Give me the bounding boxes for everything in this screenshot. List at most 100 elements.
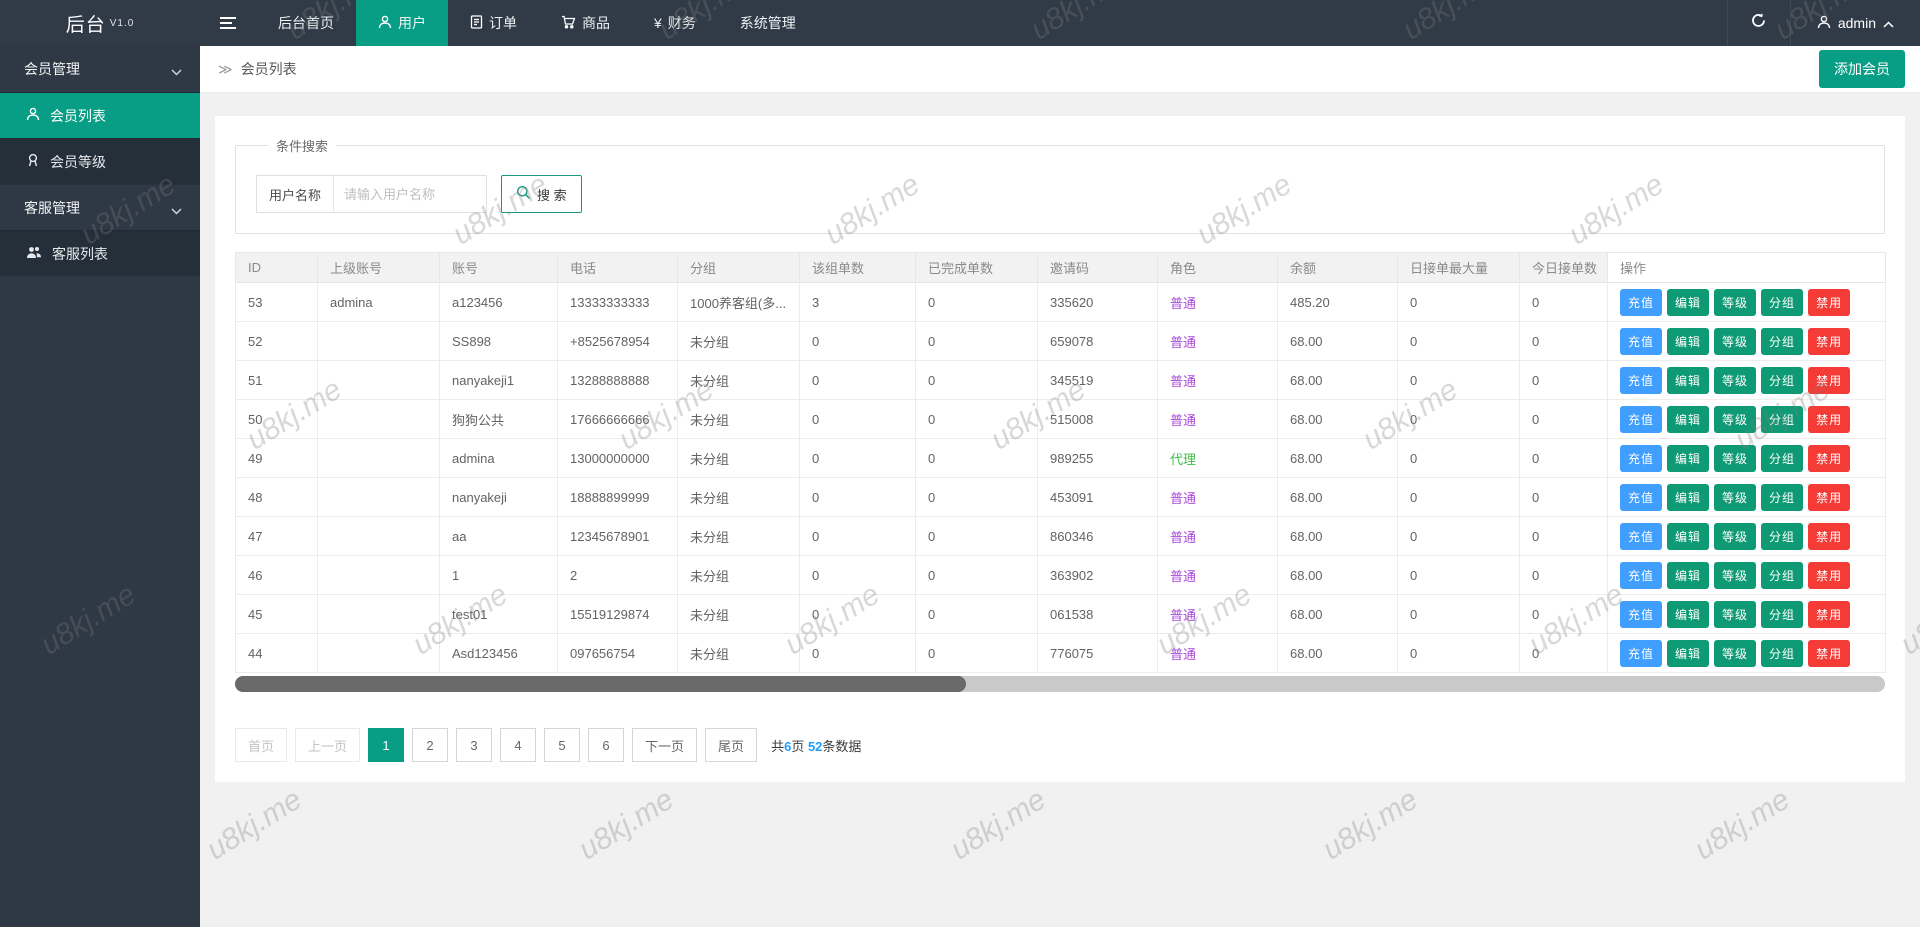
disable-button[interactable]: 禁用 — [1808, 639, 1851, 667]
edit-button[interactable]: 编辑 — [1667, 639, 1710, 667]
page-button-5[interactable]: 5 — [544, 728, 581, 762]
sidebar-item-service-list[interactable]: 客服列表 — [0, 230, 200, 276]
tab-finance[interactable]: ¥ 财务 — [632, 0, 718, 46]
disable-button[interactable]: 禁用 — [1808, 483, 1851, 511]
edit-button[interactable]: 编辑 — [1667, 288, 1710, 316]
username-input[interactable] — [334, 176, 487, 212]
group-button[interactable]: 分组 — [1761, 522, 1804, 550]
page-button-6[interactable]: 6 — [588, 728, 625, 762]
group-button[interactable]: 分组 — [1761, 288, 1804, 316]
cell-phone: 18888899999 — [557, 477, 678, 517]
top-navbar: 后台 V1.0 后台首页 用户 订单 商品 ¥ 财务 系统管理 admin — [0, 0, 1920, 46]
group-button[interactable]: 分组 — [1761, 639, 1804, 667]
level-button[interactable]: 等级 — [1714, 288, 1757, 316]
edit-button[interactable]: 编辑 — [1667, 444, 1710, 472]
tab-orders[interactable]: 订单 — [448, 0, 539, 46]
group-button[interactable]: 分组 — [1761, 483, 1804, 511]
level-button[interactable]: 等级 — [1714, 561, 1757, 589]
cell-role: 普通 — [1157, 594, 1278, 634]
page-button-4[interactable]: 4 — [500, 728, 537, 762]
chevron-down-icon — [171, 202, 182, 218]
edit-button[interactable]: 编辑 — [1667, 522, 1710, 550]
disable-button[interactable]: 禁用 — [1808, 327, 1851, 355]
edit-button[interactable]: 编辑 — [1667, 327, 1710, 355]
tab-system[interactable]: 系统管理 — [718, 0, 818, 46]
recharge-button[interactable]: 充值 — [1620, 327, 1663, 355]
add-member-button[interactable]: 添加会员 — [1819, 50, 1905, 88]
disable-button[interactable]: 禁用 — [1808, 522, 1851, 550]
group-button[interactable]: 分组 — [1761, 327, 1804, 355]
tab-users[interactable]: 用户 — [356, 0, 448, 46]
first-page-button[interactable]: 首页 — [235, 728, 288, 762]
admin-menu[interactable]: admin — [1791, 0, 1920, 46]
cell-actions: 充值 编辑 等级 分组 禁用 — [1607, 438, 1886, 478]
edit-button[interactable]: 编辑 — [1667, 483, 1710, 511]
level-button[interactable]: 等级 — [1714, 483, 1757, 511]
level-button[interactable]: 等级 — [1714, 327, 1757, 355]
cell-group: 未分组 — [677, 555, 800, 595]
cell-id: 51 — [235, 360, 318, 400]
recharge-button[interactable]: 充值 — [1620, 600, 1663, 628]
page-number-buttons: 123456 — [368, 728, 632, 762]
cell-phone: +8525678954 — [557, 321, 678, 361]
sidebar-item-member-list[interactable]: 会员列表 — [0, 92, 200, 138]
page-button-2[interactable]: 2 — [412, 728, 449, 762]
group-button[interactable]: 分组 — [1761, 561, 1804, 589]
cell-parent — [317, 399, 440, 439]
disable-button[interactable]: 禁用 — [1808, 444, 1851, 472]
disable-button[interactable]: 禁用 — [1808, 561, 1851, 589]
page-button-1[interactable]: 1 — [368, 728, 405, 762]
cell-today_orders: 0 — [1519, 516, 1608, 556]
last-page-button[interactable]: 尾页 — [705, 728, 758, 762]
recharge-button[interactable]: 充值 — [1620, 639, 1663, 667]
disable-button[interactable]: 禁用 — [1808, 405, 1851, 433]
stats-total-records: 52 — [807, 738, 823, 754]
sidebar-item-member-level[interactable]: 会员等级 — [0, 138, 200, 184]
recharge-button[interactable]: 充值 — [1620, 522, 1663, 550]
edit-button[interactable]: 编辑 — [1667, 600, 1710, 628]
level-button[interactable]: 等级 — [1714, 522, 1757, 550]
search-button[interactable]: 搜 索 — [501, 175, 582, 213]
recharge-button[interactable]: 充值 — [1620, 288, 1663, 316]
tab-home[interactable]: 后台首页 — [256, 0, 356, 46]
level-button[interactable]: 等级 — [1714, 444, 1757, 472]
cell-account: aa — [439, 516, 558, 556]
cell-balance: 68.00 — [1277, 321, 1398, 361]
group-button[interactable]: 分组 — [1761, 444, 1804, 472]
recharge-button[interactable]: 充值 — [1620, 444, 1663, 472]
horizontal-scrollbar[interactable] — [235, 676, 1885, 692]
level-button[interactable]: 等级 — [1714, 366, 1757, 394]
recharge-button[interactable]: 充值 — [1620, 405, 1663, 433]
level-button[interactable]: 等级 — [1714, 405, 1757, 433]
edit-button[interactable]: 编辑 — [1667, 366, 1710, 394]
recharge-button[interactable]: 充值 — [1620, 366, 1663, 394]
tab-products[interactable]: 商品 — [539, 0, 632, 46]
sidebar-group-service-management[interactable]: 客服管理 — [0, 184, 200, 230]
cell-invite: 453091 — [1037, 477, 1158, 517]
cell-invite: 335620 — [1037, 282, 1158, 322]
level-button[interactable]: 等级 — [1714, 600, 1757, 628]
prev-page-button[interactable]: 上一页 — [295, 728, 361, 762]
table-row: 49 admina 13000000000 未分组 0 0 989255 代理 68.00 0 0 充… — [235, 438, 1886, 478]
sidebar-group-member-management[interactable]: 会员管理 — [0, 46, 200, 92]
edit-button[interactable]: 编辑 — [1667, 405, 1710, 433]
group-button[interactable]: 分组 — [1761, 366, 1804, 394]
group-button[interactable]: 分组 — [1761, 600, 1804, 628]
recharge-button[interactable]: 充值 — [1620, 561, 1663, 589]
role-badge: 普通 — [1170, 334, 1197, 350]
recharge-button[interactable]: 充值 — [1620, 483, 1663, 511]
next-page-button[interactable]: 下一页 — [632, 728, 698, 762]
role-badge: 普通 — [1170, 607, 1197, 623]
page-button-3[interactable]: 3 — [456, 728, 493, 762]
sidebar-toggle-button[interactable] — [200, 0, 256, 46]
edit-button[interactable]: 编辑 — [1667, 561, 1710, 589]
disable-button[interactable]: 禁用 — [1808, 366, 1851, 394]
scrollbar-thumb[interactable] — [235, 676, 966, 692]
column-header: 邀请码 — [1037, 252, 1158, 283]
disable-button[interactable]: 禁用 — [1808, 600, 1851, 628]
group-button[interactable]: 分组 — [1761, 405, 1804, 433]
level-button[interactable]: 等级 — [1714, 639, 1757, 667]
cell-phone: 13000000000 — [557, 438, 678, 478]
disable-button[interactable]: 禁用 — [1808, 288, 1851, 316]
refresh-button[interactable] — [1726, 0, 1791, 46]
